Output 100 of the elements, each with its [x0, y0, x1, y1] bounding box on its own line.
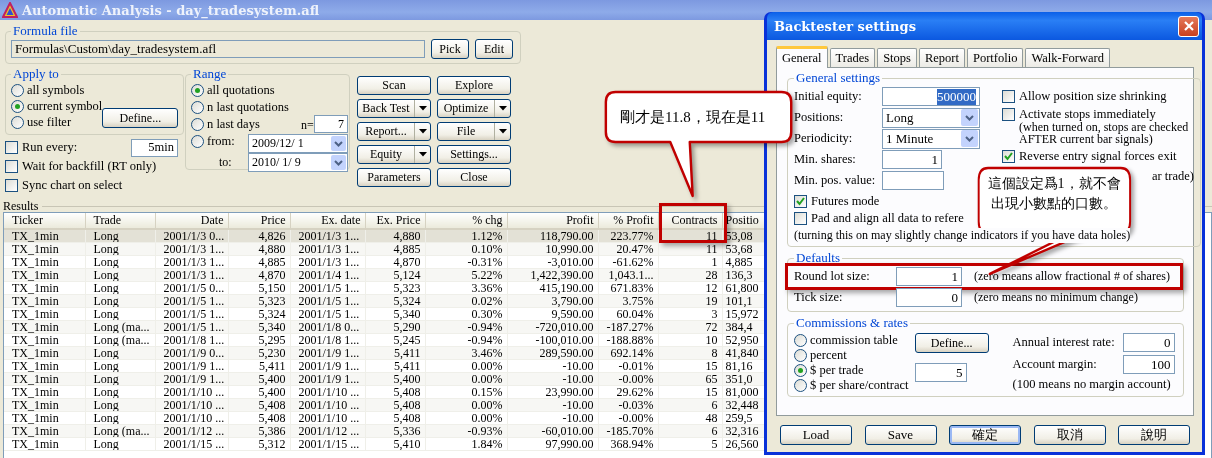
tab[interactable]: Walk-Forward	[1025, 48, 1110, 67]
dropdown-button[interactable]: File	[437, 122, 511, 141]
column-header[interactable]: Ticker	[4, 213, 85, 229]
checkbox[interactable]	[5, 160, 18, 173]
column-header[interactable]: Date	[155, 213, 228, 229]
table-cell: 4,880	[365, 229, 425, 243]
column-header[interactable]: Ex. date	[290, 213, 365, 229]
checkbox-label: Pad and align all data to refere	[811, 211, 964, 225]
dropdown-field[interactable]: 1 Minute	[882, 128, 980, 149]
radio-button[interactable]	[11, 99, 24, 113]
radio-button[interactable]	[191, 100, 204, 114]
tab[interactable]: Stops	[877, 48, 917, 67]
table-cell: -0.01%	[598, 359, 658, 373]
table-cell: 1,043.1...	[598, 268, 658, 282]
table-cell: 28	[658, 268, 722, 282]
table-cell: 1.84%	[425, 437, 507, 451]
input-field[interactable]: 0	[1122, 333, 1175, 352]
checkbox-label: Run every:	[22, 140, 78, 155]
input-field[interactable]: 100	[1122, 355, 1175, 374]
dialog-button[interactable]: 取消	[1033, 425, 1106, 445]
checkbox[interactable]	[5, 141, 18, 154]
checkbox[interactable]	[5, 179, 18, 192]
dropdown-button[interactable]: Equity	[357, 145, 431, 164]
column-header[interactable]: Price	[228, 213, 290, 229]
radio-label: all quotations	[207, 82, 275, 98]
dropdown-button[interactable]: Report...	[357, 122, 431, 141]
table-cell: 5,245	[365, 333, 425, 347]
radio-button[interactable]	[191, 83, 204, 97]
checkbox-label: Activate stops immediately	[1019, 107, 1157, 121]
count-field[interactable]: 7	[314, 115, 348, 133]
define-button[interactable]: Define...	[914, 333, 989, 353]
action-button[interactable]: Scan	[357, 76, 431, 95]
input-field[interactable]: 1	[882, 150, 942, 169]
dialog-button[interactable]: Load	[780, 425, 852, 445]
table-cell: 5	[658, 437, 722, 451]
interval-field[interactable]: 5min	[131, 138, 178, 157]
radio-button[interactable]	[794, 349, 807, 362]
input-field[interactable]	[882, 171, 944, 190]
dialog-button[interactable]: Save	[864, 425, 937, 445]
dropdown-button[interactable]: Optimize	[437, 99, 511, 118]
action-button[interactable]: Settings...	[437, 145, 511, 164]
tab[interactable]: Report	[918, 48, 965, 67]
input-field[interactable]: 5	[914, 363, 967, 382]
radio-button[interactable]	[794, 364, 807, 377]
table-cell: 2001/1/12 ...	[290, 424, 365, 438]
radio-button[interactable]	[11, 83, 24, 97]
date-picker[interactable]: 2009/12/ 1	[248, 134, 348, 153]
radio-button[interactable]	[794, 334, 807, 347]
input-field[interactable]: 0	[896, 288, 962, 307]
radio-button[interactable]	[794, 379, 807, 392]
table-cell: 5,408	[365, 398, 425, 412]
column-header[interactable]: Ex. Price	[365, 213, 425, 229]
dialog-button[interactable]: 說明	[1118, 425, 1190, 445]
dropdown-button[interactable]: Back Test	[357, 99, 431, 118]
checkbox[interactable]	[794, 212, 807, 225]
input-field[interactable]: 500000	[882, 87, 980, 106]
dropdown-field[interactable]: Long	[882, 107, 980, 128]
checkbox[interactable]	[1002, 150, 1015, 163]
table-cell: 29.62%	[598, 385, 658, 399]
define-button[interactable]: Define...	[102, 108, 179, 128]
field-label: Min. shares:	[794, 152, 857, 167]
action-button[interactable]: Explore	[437, 76, 511, 95]
radio-button[interactable]	[11, 115, 24, 129]
tab[interactable]: General	[776, 46, 828, 68]
table-cell: 10,990.00	[507, 242, 598, 256]
input-field[interactable]: 1	[896, 267, 962, 286]
column-header[interactable]: Profit	[507, 213, 598, 229]
action-button[interactable]: Parameters	[357, 168, 431, 187]
table-cell: 2001/1/5 1...	[155, 307, 228, 321]
group-label: Formula file	[12, 23, 79, 39]
dialog-button[interactable]: 確定	[949, 425, 1021, 445]
table-cell: 2001/1/3 1...	[155, 255, 228, 269]
date-picker[interactable]: 2010/ 1/ 9	[248, 153, 348, 172]
table-cell: 5,400	[365, 372, 425, 386]
table-cell: 2001/1/9 1...	[290, 372, 365, 386]
tab[interactable]: Portfolio	[966, 48, 1024, 67]
table-cell: 5,295	[228, 333, 290, 347]
toolbar-button[interactable]: Pick	[431, 39, 469, 59]
tab[interactable]: Trades	[829, 48, 876, 67]
field-note: (zero means allow fractional # of shares)	[974, 269, 1170, 284]
column-header[interactable]: Trade	[85, 213, 155, 229]
table-cell: 2001/1/9 1...	[155, 372, 228, 386]
table-cell: Long	[85, 229, 155, 243]
table-cell: TX_1min	[4, 385, 85, 399]
close-button[interactable]	[1178, 15, 1199, 37]
radio-button[interactable]	[191, 134, 204, 148]
formula-path-field[interactable]: Formulas\Custom\day_tradesystem.afl	[11, 40, 425, 58]
checkbox[interactable]	[1002, 90, 1015, 103]
checkbox[interactable]	[794, 195, 807, 208]
table-cell: 2001/1/3 1...	[155, 242, 228, 256]
checkbox[interactable]	[1002, 108, 1015, 121]
radio-button[interactable]	[191, 117, 204, 131]
column-header[interactable]: % chg	[425, 213, 507, 229]
table-cell: 6	[658, 424, 722, 438]
table-cell: 671.83%	[598, 281, 658, 295]
action-button[interactable]: Close	[437, 168, 511, 187]
toolbar-button[interactable]: Edit	[475, 39, 513, 59]
table-cell: 5,408	[365, 385, 425, 399]
table-cell: 2001/1/5 1...	[155, 320, 228, 334]
column-header[interactable]: % Profit	[598, 213, 658, 229]
